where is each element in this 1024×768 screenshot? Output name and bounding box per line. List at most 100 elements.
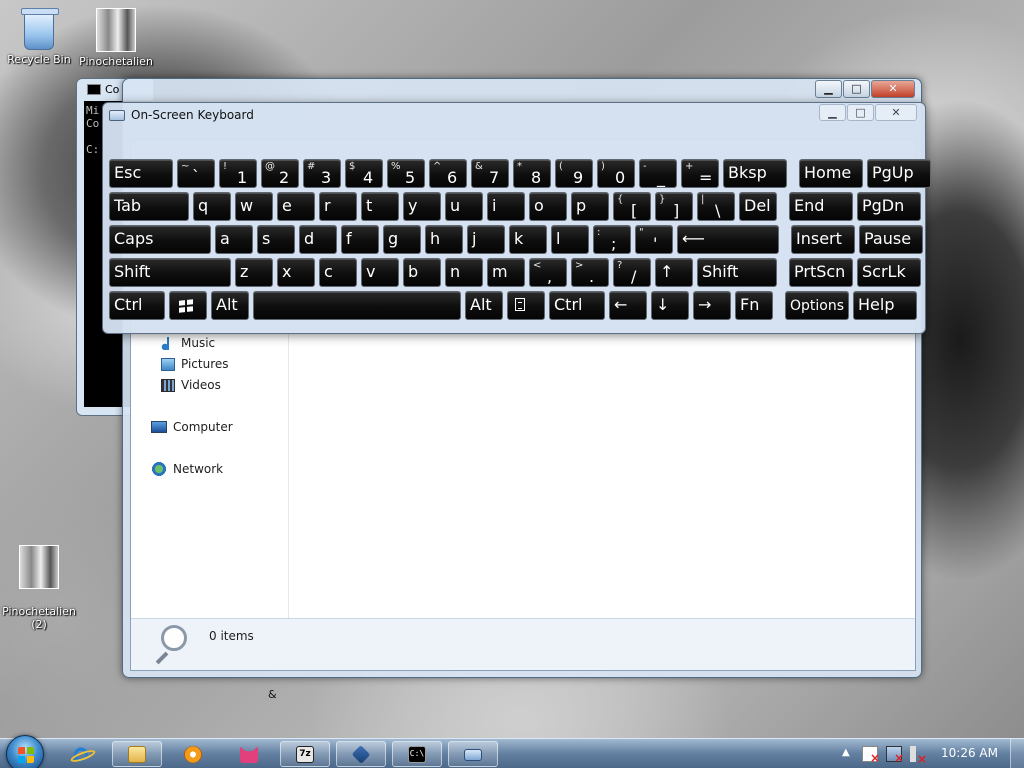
key-x[interactable]: x (277, 258, 315, 287)
key-backslash[interactable]: | \ (697, 192, 735, 221)
key-q[interactable]: q (193, 192, 231, 221)
key-c[interactable]: c (319, 258, 357, 287)
key-pgup[interactable]: PgUp (867, 159, 931, 188)
key-pause[interactable]: Pause (859, 225, 923, 254)
clock[interactable]: 10:26 AM (941, 746, 998, 760)
key-e[interactable]: e (277, 192, 315, 221)
network-status-icon[interactable] (886, 746, 904, 765)
key-esc[interactable]: Esc (109, 159, 173, 188)
key-left[interactable]: ← (609, 291, 647, 320)
osk-maximize-button[interactable]: □ (847, 104, 874, 121)
key-del[interactable]: Del (739, 192, 777, 221)
on-screen-keyboard-window[interactable]: On-Screen Keyboard ▁ □ ✕ Esc ~ `! 1 @2 #3 $4% 5… (102, 102, 931, 334)
nav-item-pictures[interactable]: Pictures (161, 357, 229, 371)
key-ralt[interactable]: Alt (465, 291, 503, 320)
key-up[interactable]: ↑ (655, 258, 693, 287)
taskbar-button-ie[interactable] (56, 741, 106, 767)
key-9[interactable]: (9 (555, 159, 593, 188)
key-7[interactable]: & 7 (471, 159, 509, 188)
taskbar-button-media[interactable] (168, 741, 218, 767)
key-rbracket[interactable]: }] (655, 192, 693, 221)
key-pgdn[interactable]: PgDn (857, 192, 921, 221)
maximize-button[interactable]: □ (843, 80, 870, 98)
desktop-icon-pinochetalien-2[interactable]: Pinochetalien (2) (1, 532, 77, 644)
close-button[interactable]: ✕ (871, 80, 915, 98)
key-caps[interactable]: Caps (109, 225, 211, 254)
key-3[interactable]: #3 (303, 159, 341, 188)
taskbar-button-virtualbox[interactable] (336, 741, 386, 767)
key-insert[interactable]: Insert (791, 225, 855, 254)
key-5[interactable]: % 5 (387, 159, 425, 188)
key-s[interactable]: s (257, 225, 295, 254)
desktop-icon-pinochetalien[interactable]: Pinochetalien (78, 8, 154, 68)
key-scrlk[interactable]: ScrLk (857, 258, 921, 287)
key-1[interactable]: ! 1 (219, 159, 257, 188)
key-semicolon[interactable]: :; (593, 225, 631, 254)
key-rctrl[interactable]: Ctrl (549, 291, 605, 320)
key-4[interactable]: $4 (345, 159, 383, 188)
show-hidden-icons-icon[interactable]: ▲ (842, 747, 858, 763)
key-g[interactable]: g (383, 225, 421, 254)
key-minus[interactable]: - _ (639, 159, 677, 188)
key-end[interactable]: End (789, 192, 853, 221)
key-f[interactable]: f (341, 225, 379, 254)
key-u[interactable]: u (445, 192, 483, 221)
key-period[interactable]: >. (571, 258, 609, 287)
key-2[interactable]: @2 (261, 159, 299, 188)
key-home[interactable]: Home (799, 159, 863, 188)
nav-item-network[interactable]: Network (151, 462, 223, 476)
key-right[interactable]: → (693, 291, 731, 320)
key-fn[interactable]: Fn (735, 291, 773, 320)
key-tilde[interactable]: ~ ` (177, 159, 215, 188)
key-z[interactable]: z (235, 258, 273, 287)
volume-muted-icon[interactable] (910, 746, 927, 766)
key-b[interactable]: b (403, 258, 441, 287)
osk-minimize-button[interactable]: ▁ (819, 104, 846, 121)
key-slash[interactable]: ? / (613, 258, 651, 287)
key-r[interactable]: r (319, 192, 357, 221)
taskbar-button-cat[interactable] (224, 741, 274, 767)
key-l[interactable]: l (551, 225, 589, 254)
key-help[interactable]: Help (853, 291, 917, 320)
key-quote[interactable]: " ' (635, 225, 673, 254)
taskbar-button-cmd[interactable]: C:\ (392, 741, 442, 767)
key-a[interactable]: a (215, 225, 253, 254)
key-o[interactable]: o (529, 192, 567, 221)
key-8[interactable]: * 8 (513, 159, 551, 188)
key-win[interactable] (169, 291, 207, 320)
key-d[interactable]: d (299, 225, 337, 254)
key-n[interactable]: n (445, 258, 483, 287)
osk-close-button[interactable]: ✕ (875, 104, 917, 121)
nav-item-music[interactable]: Music (161, 336, 215, 350)
key-down[interactable]: ↓ (651, 291, 689, 320)
key-prtscn[interactable]: PrtScn (789, 258, 853, 287)
key-rshift[interactable]: Shift (697, 258, 777, 287)
show-desktop-button[interactable] (1010, 739, 1024, 768)
key-k[interactable]: k (509, 225, 547, 254)
key-lalt[interactable]: Alt (211, 291, 249, 320)
key-space[interactable] (253, 291, 461, 320)
key-t[interactable]: t (361, 192, 399, 221)
key-m[interactable]: m (487, 258, 525, 287)
key-lbracket[interactable]: {[ (613, 192, 651, 221)
key-i[interactable]: i (487, 192, 525, 221)
taskbar-button-7zip[interactable]: 7z (280, 741, 330, 767)
key-y[interactable]: y (403, 192, 441, 221)
key-menu[interactable] (507, 291, 545, 320)
nav-item-videos[interactable]: Videos (161, 378, 221, 392)
key-lctrl[interactable]: Ctrl (109, 291, 165, 320)
key-p[interactable]: p (571, 192, 609, 221)
key-comma[interactable]: <, (529, 258, 567, 287)
key-6[interactable]: ^ 6 (429, 159, 467, 188)
start-button[interactable] (6, 735, 44, 768)
minimize-button[interactable]: ▁ (815, 80, 842, 98)
key-w[interactable]: w (235, 192, 273, 221)
key-enter[interactable]: ⟵ (677, 225, 779, 254)
key-equals[interactable]: + = (681, 159, 719, 188)
key-0[interactable]: ) 0 (597, 159, 635, 188)
key-bksp[interactable]: Bksp (723, 159, 787, 188)
key-j[interactable]: j (467, 225, 505, 254)
key-v[interactable]: v (361, 258, 399, 287)
key-tab[interactable]: Tab (109, 192, 189, 221)
action-center-icon[interactable] (862, 746, 880, 765)
